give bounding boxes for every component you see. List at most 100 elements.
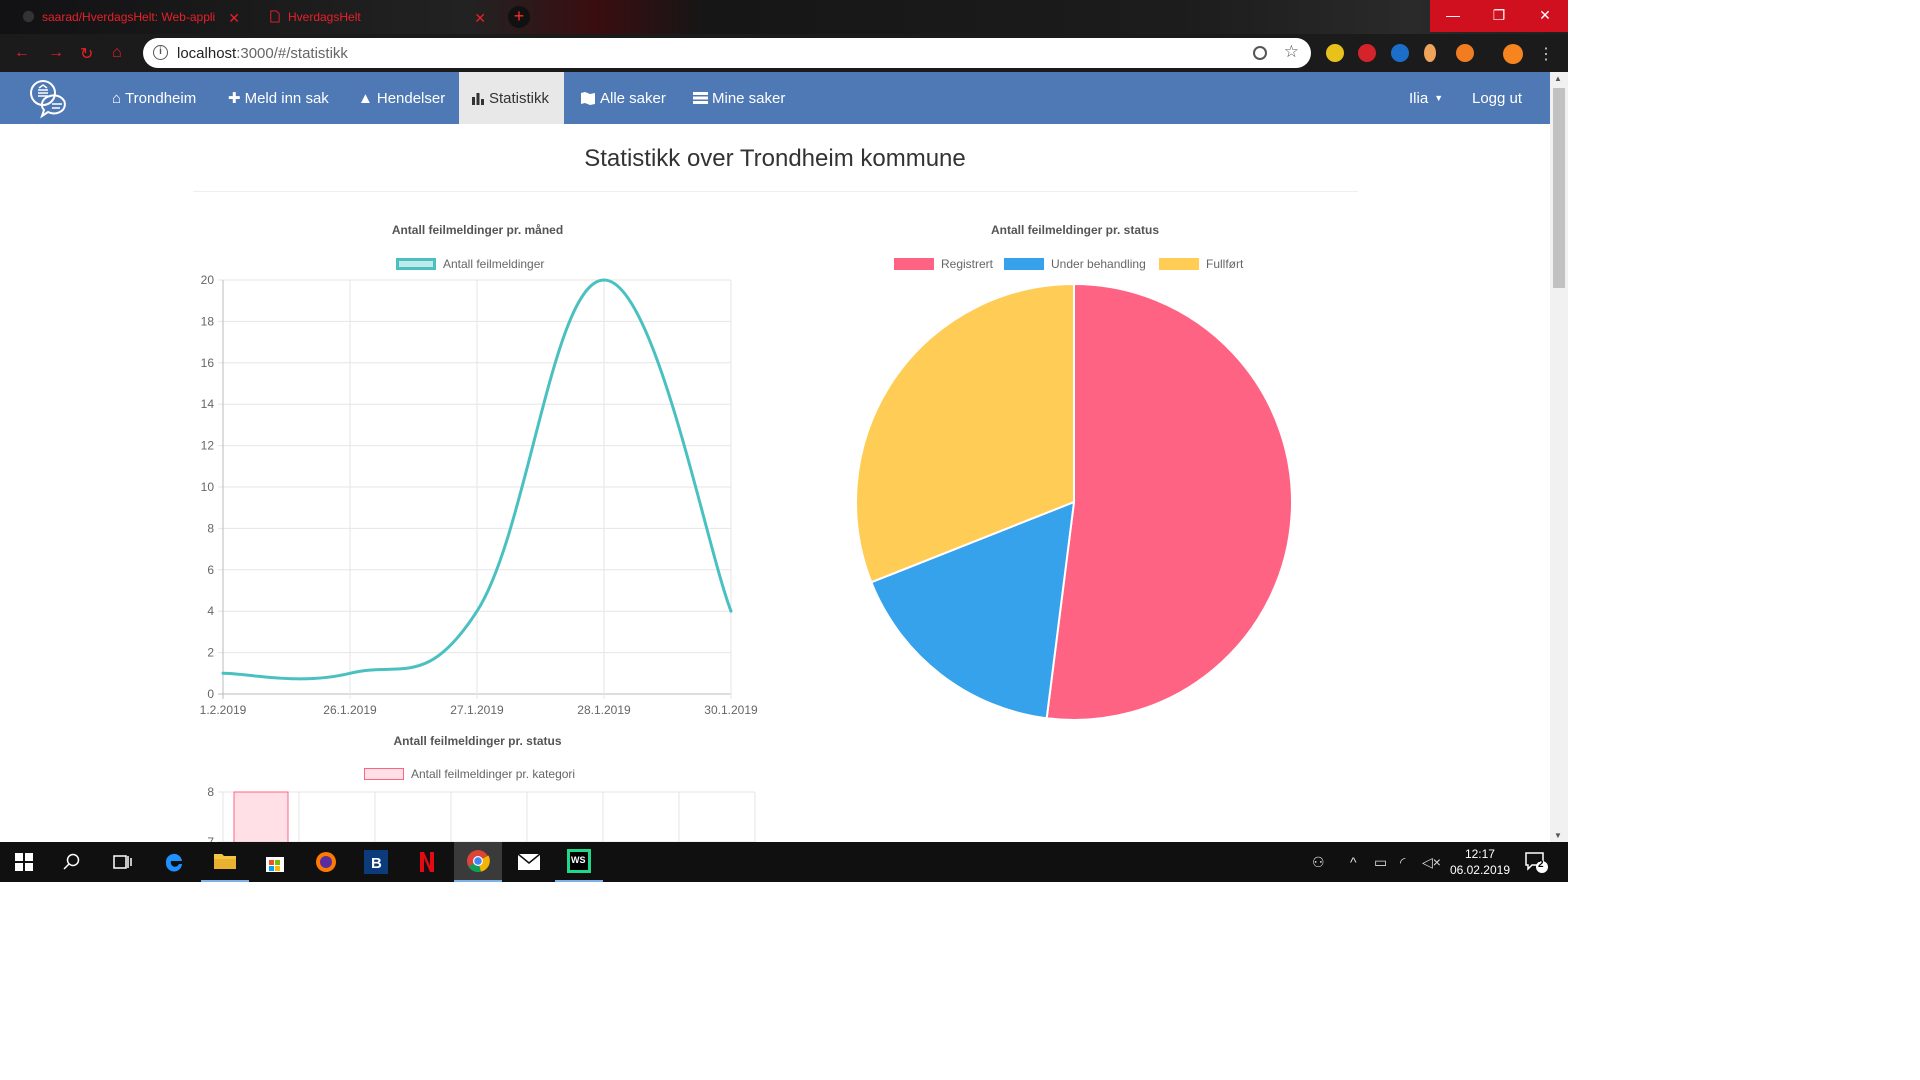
scrollbar-thumb[interactable]: [1553, 88, 1565, 288]
data-point[interactable]: [602, 278, 606, 282]
close-tab-icon[interactable]: ✕: [474, 10, 486, 27]
nav-alle-saker[interactable]: Alle saker: [568, 72, 678, 124]
nav-label: Alle saker: [600, 89, 666, 107]
edge-icon: [165, 853, 182, 872]
search-button[interactable]: [48, 842, 96, 882]
action-center-button[interactable]: 2: [1524, 850, 1548, 877]
svg-text:B: B: [371, 855, 382, 872]
browser-toolbar: ← → ↻ ⌂ i localhost:3000/#/statistikk ☆ …: [0, 34, 1568, 72]
data-point[interactable]: [348, 671, 352, 675]
app-logo-icon[interactable]: [28, 78, 70, 120]
extension-bulb-icon[interactable]: [1424, 44, 1436, 62]
clock[interactable]: 12:17 06.02.2019: [1450, 846, 1510, 878]
windows-logo-icon: [15, 853, 33, 871]
extension-shield-icon[interactable]: [1391, 44, 1409, 62]
y-tick-label: 18: [201, 314, 215, 328]
line-chart-title: Antall feilmeldinger pr. måned: [391, 223, 564, 237]
windows-taskbar: B WS ⚇ ^ ▭ ◜ ◁× 12:17 06.02.2019 2: [0, 842, 1568, 882]
extension-lifebuoy-icon[interactable]: [1456, 44, 1474, 62]
data-point[interactable]: [475, 609, 479, 613]
close-window-button[interactable]: ✕: [1522, 0, 1568, 32]
pie-legend-swatch-under-behandling[interactable]: [1004, 258, 1044, 270]
close-tab-icon[interactable]: ✕: [228, 10, 240, 27]
extension-adblock-icon[interactable]: [1358, 44, 1376, 62]
x-tick-label: 27.1.2019: [450, 703, 504, 717]
pie-legend-label-fullfort[interactable]: Fullført: [1206, 257, 1243, 271]
webstorm-icon: WS: [567, 849, 591, 873]
data-point[interactable]: [729, 609, 733, 613]
y-tick-label: 8: [207, 521, 214, 535]
url-text[interactable]: localhost:3000/#/statistikk: [177, 45, 348, 62]
map-icon: [581, 92, 595, 105]
nav-trondheim[interactable]: ⌂ Trondheim: [100, 72, 208, 124]
location-icon[interactable]: [1253, 46, 1267, 60]
wifi-icon[interactable]: ◜: [1400, 854, 1405, 871]
pie-slice-registrert[interactable]: [1045, 282, 1293, 721]
clock-time: 12:17: [1464, 847, 1495, 861]
pie-legend-label-registrert[interactable]: Registrert: [941, 257, 993, 271]
pie-chart-title: Antall feilmeldinger pr. status: [990, 223, 1160, 237]
extension-info-icon[interactable]: [1503, 44, 1523, 64]
pie-legend-swatch-fullfort[interactable]: [1159, 258, 1199, 270]
forward-icon[interactable]: →: [48, 44, 64, 62]
address-bar[interactable]: i localhost:3000/#/statistikk ☆: [143, 38, 1311, 68]
scroll-up-icon[interactable]: ▲: [1554, 74, 1562, 83]
nav-meld-inn-sak[interactable]: ✚ Meld inn sak: [216, 72, 341, 124]
mail-icon: [517, 853, 541, 870]
scroll-down-icon[interactable]: ▼: [1554, 831, 1562, 840]
taskbar-mail[interactable]: [505, 842, 553, 882]
pie-legend-swatch-registrert[interactable]: [894, 258, 934, 270]
bar-legend-swatch[interactable]: [364, 768, 404, 780]
browser-tab-hverdagshelt[interactable]: HverdagsHelt ✕: [266, 2, 494, 32]
logout-link[interactable]: Logg ut: [1472, 72, 1522, 124]
x-tick-label: 26.1.2019: [323, 703, 377, 717]
data-point[interactable]: [221, 671, 225, 675]
back-icon[interactable]: ←: [14, 44, 30, 62]
nav-mine-saker[interactable]: Mine saker: [681, 72, 797, 124]
taskbar-firefox[interactable]: [302, 842, 350, 882]
search-icon: [63, 853, 80, 870]
taskbar-edge[interactable]: [150, 842, 198, 882]
home-button-icon[interactable]: ⌂: [112, 44, 122, 62]
warning-icon: ▲: [358, 89, 373, 107]
taskbar-webstorm[interactable]: WS: [555, 842, 603, 882]
page-icon: [270, 10, 280, 23]
pie-legend-label-under-behandling[interactable]: Under behandling: [1051, 257, 1146, 271]
restore-button[interactable]: ❐: [1476, 0, 1522, 32]
y-tick-label: 12: [201, 439, 215, 453]
reload-icon[interactable]: ↻: [80, 44, 93, 64]
new-tab-button[interactable]: +: [508, 6, 530, 28]
store-icon: [266, 857, 284, 872]
taskbar-explorer[interactable]: [201, 842, 249, 882]
bookmark-star-icon[interactable]: ☆: [1284, 42, 1299, 62]
people-icon[interactable]: ⚇: [1312, 854, 1325, 871]
bar-chart-title: Antall feilmeldinger pr. status: [393, 734, 562, 748]
bar[interactable]: [233, 791, 289, 842]
user-menu[interactable]: Ilia ▼: [1409, 72, 1443, 124]
netflix-icon: [420, 852, 434, 872]
y-tick-label: 20: [201, 273, 215, 287]
clock-date: 06.02.2019: [1449, 863, 1510, 877]
svg-text:WS: WS: [571, 855, 586, 865]
taskbar-chrome[interactable]: [454, 842, 502, 882]
battery-icon[interactable]: ▭: [1374, 854, 1387, 871]
show-hidden-icons-icon[interactable]: ^: [1350, 854, 1357, 870]
bar-legend-label[interactable]: Antall feilmeldinger pr. kategori: [411, 767, 575, 781]
booking-icon: B: [364, 850, 388, 874]
taskbar-store[interactable]: [251, 842, 299, 882]
nav-statistikk[interactable]: Statistikk: [459, 72, 564, 124]
minimize-button[interactable]: —: [1430, 0, 1476, 32]
extension-check-icon[interactable]: [1326, 44, 1344, 62]
volume-muted-icon[interactable]: ◁×: [1422, 854, 1441, 871]
taskbar-booking[interactable]: B: [352, 842, 400, 882]
browser-menu-icon[interactable]: ⋮: [1538, 44, 1554, 64]
y-tick-label: 10: [201, 480, 215, 494]
page-scrollbar[interactable]: ▲ ▼: [1550, 72, 1568, 842]
nav-hendelser[interactable]: ▲ Hendelser: [346, 72, 457, 124]
site-info-icon[interactable]: i: [153, 45, 168, 60]
task-view-button[interactable]: [98, 842, 146, 882]
start-button[interactable]: [0, 842, 48, 882]
browser-tab-github[interactable]: saarad/HverdagsHelt: Web-appli ✕: [20, 2, 248, 32]
x-tick-label: 30.1.2019: [704, 703, 758, 717]
taskbar-netflix[interactable]: [403, 842, 451, 882]
